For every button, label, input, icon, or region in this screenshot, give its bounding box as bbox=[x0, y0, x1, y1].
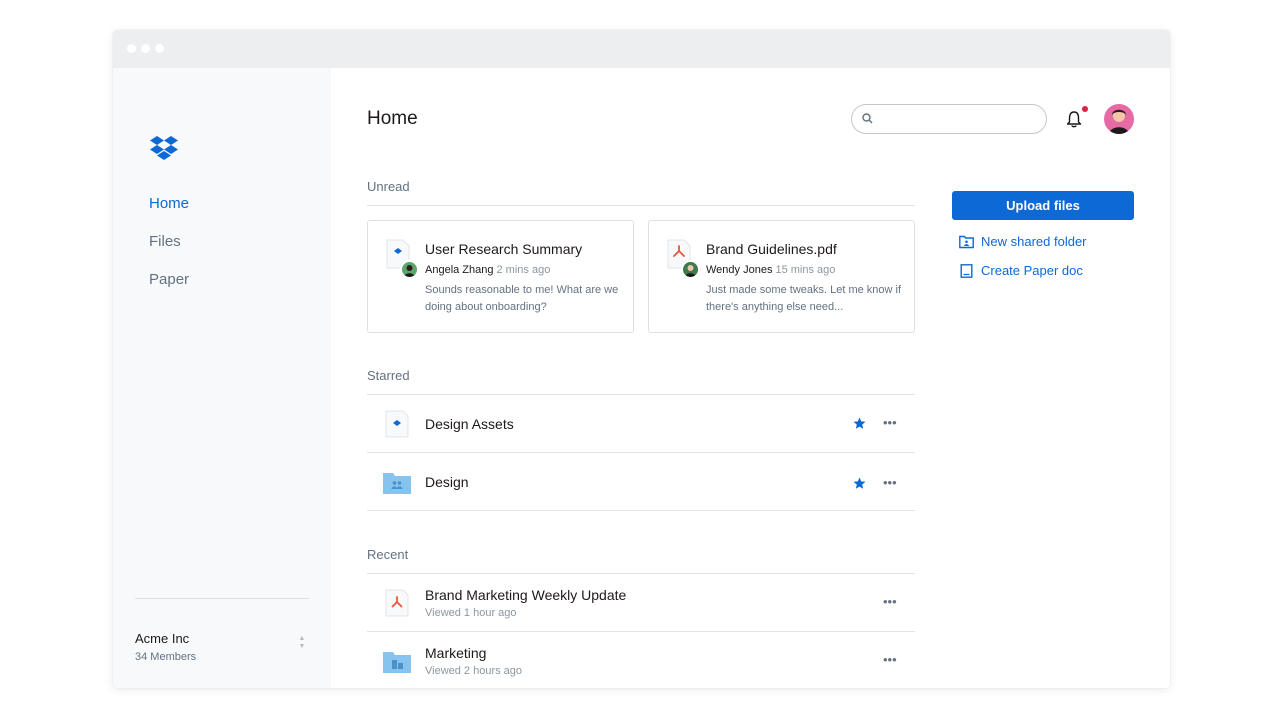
author-avatar bbox=[400, 260, 419, 279]
shared-folder-icon bbox=[383, 473, 411, 494]
window-maximize-dot[interactable] bbox=[155, 44, 164, 53]
shared-folder-icon bbox=[959, 235, 974, 249]
more-options-icon[interactable]: ••• bbox=[883, 475, 897, 490]
card-preview-text: Sounds reasonable to me! What are we doi… bbox=[425, 284, 619, 313]
card-meta: Wendy Jones 15 mins ago bbox=[706, 264, 835, 276]
card-title[interactable]: Brand Guidelines.pdf bbox=[706, 241, 837, 257]
row-subtitle: Viewed 2 hours ago bbox=[425, 665, 523, 677]
app-window: Home Files Paper Acme Inc 34 Members ▲ ▼ … bbox=[113, 30, 1170, 688]
card-title[interactable]: User Research Summary bbox=[425, 241, 582, 257]
paper-doc-icon bbox=[385, 410, 409, 438]
list-item[interactable]: Design Assets ••• bbox=[367, 395, 915, 453]
create-paper-doc-label: Create Paper doc bbox=[981, 263, 1083, 278]
star-icon[interactable] bbox=[853, 417, 866, 430]
team-folder-icon bbox=[383, 652, 411, 673]
sidebar-item-paper[interactable]: Paper bbox=[149, 271, 189, 288]
card-time: 2 mins ago bbox=[496, 264, 551, 276]
star-icon[interactable] bbox=[853, 477, 866, 490]
card-author: Angela Zhang bbox=[425, 264, 494, 276]
dropbox-logo-icon[interactable] bbox=[149, 136, 179, 169]
user-avatar[interactable] bbox=[1104, 104, 1134, 134]
search-input[interactable] bbox=[880, 109, 1040, 129]
author-avatar bbox=[681, 260, 700, 279]
page-title: Home bbox=[367, 108, 418, 129]
window-titlebar bbox=[113, 30, 1170, 68]
team-switcher-chevron-icon[interactable]: ▲ ▼ bbox=[298, 635, 306, 653]
row-title[interactable]: Brand Marketing Weekly Update bbox=[425, 587, 626, 603]
pdf-icon bbox=[385, 589, 409, 617]
more-options-icon[interactable]: ••• bbox=[883, 415, 897, 430]
row-title[interactable]: Marketing bbox=[425, 645, 486, 661]
sidebar-item-home[interactable]: Home bbox=[149, 195, 189, 212]
section-divider bbox=[367, 205, 915, 206]
section-label-unread: Unread bbox=[367, 179, 410, 194]
window-close-dot[interactable] bbox=[127, 44, 136, 53]
section-label-recent: Recent bbox=[367, 547, 409, 562]
notification-badge bbox=[1082, 106, 1088, 112]
card-meta: Angela Zhang 2 mins ago bbox=[425, 264, 550, 276]
search-icon bbox=[862, 113, 873, 124]
team-name[interactable]: Acme Inc bbox=[135, 631, 189, 646]
row-title[interactable]: Design bbox=[425, 474, 469, 490]
unread-card[interactable]: User Research Summary Angela Zhang 2 mins… bbox=[367, 220, 634, 333]
list-item[interactable]: Brand Marketing Weekly Update Viewed 1 h… bbox=[367, 574, 915, 632]
sidebar-divider bbox=[135, 598, 309, 599]
row-divider bbox=[367, 510, 915, 511]
row-title[interactable]: Design Assets bbox=[425, 416, 514, 432]
upload-files-button[interactable]: Upload files bbox=[952, 191, 1134, 220]
paper-doc-icon bbox=[960, 264, 973, 278]
search-box[interactable] bbox=[851, 104, 1047, 134]
row-subtitle: Viewed 1 hour ago bbox=[425, 607, 517, 619]
card-time: 15 mins ago bbox=[775, 264, 836, 276]
section-label-starred: Starred bbox=[367, 368, 410, 383]
unread-card[interactable]: Brand Guidelines.pdf Wendy Jones 15 mins … bbox=[648, 220, 915, 333]
new-shared-folder-label: New shared folder bbox=[981, 234, 1087, 249]
card-preview-text: Just made some tweaks. Let me know if th… bbox=[706, 284, 902, 313]
sidebar: Home Files Paper bbox=[113, 68, 331, 688]
sidebar-item-files[interactable]: Files bbox=[149, 233, 181, 250]
more-options-icon[interactable]: ••• bbox=[883, 594, 897, 609]
more-options-icon[interactable]: ••• bbox=[883, 652, 897, 667]
list-item[interactable]: Design ••• bbox=[367, 453, 915, 511]
window-minimize-dot[interactable] bbox=[141, 44, 150, 53]
bell-icon[interactable] bbox=[1065, 110, 1083, 129]
card-author: Wendy Jones bbox=[706, 264, 773, 276]
list-item[interactable]: Marketing Viewed 2 hours ago ••• bbox=[367, 632, 915, 688]
team-members-count: 34 Members bbox=[135, 651, 197, 663]
